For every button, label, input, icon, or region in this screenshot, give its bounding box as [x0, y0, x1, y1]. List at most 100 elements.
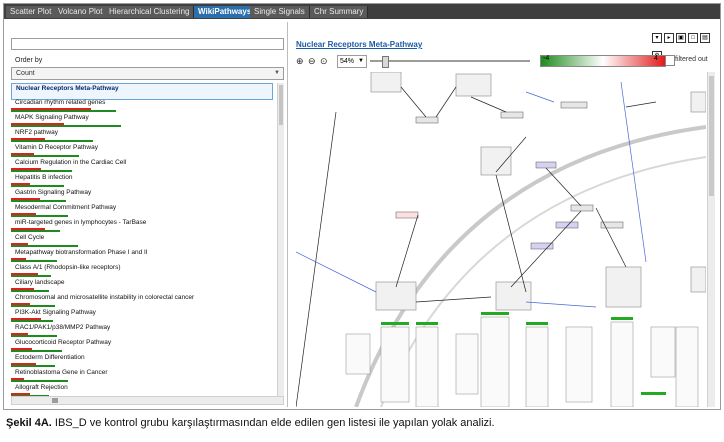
pathway-label: Circadian rhythm related genes — [15, 99, 106, 106]
tab-chr-summary[interactable]: Chr Summary — [310, 6, 369, 18]
up-regulated-bar — [11, 290, 49, 292]
blue-edges — [296, 81, 647, 308]
pathway-list-item[interactable]: Retinoblastoma Gene in Cancer — [11, 368, 271, 383]
pathway-list-item[interactable]: MAPK Signaling Pathway — [11, 113, 271, 128]
up-regulated-bar — [11, 185, 64, 187]
gene-boxes — [370, 72, 706, 311]
pathway-list-item[interactable]: NRF2 pathway — [11, 128, 271, 143]
zoom-value: 54% — [340, 58, 355, 65]
pathway-list-item[interactable]: Class A/1 (Rhodopsin-like receptors) — [11, 263, 271, 278]
pathway-label: NRF2 pathway — [15, 129, 58, 136]
up-regulated-bar — [11, 335, 57, 337]
pathway-list-item[interactable]: Chromosomal and microsatellite instabili… — [11, 293, 271, 308]
gene-box[interactable] — [455, 73, 492, 97]
pathway-list-item[interactable]: Ciliary landscape — [11, 278, 271, 293]
pathway-label: Calcium Regulation in the Cardiac Cell — [15, 159, 127, 166]
gene-box[interactable] — [690, 91, 706, 113]
color-legend — [540, 55, 666, 67]
pathway-list-item[interactable]: Gastrin Signaling Pathway — [11, 188, 271, 203]
pathway-list-item[interactable]: Calcium Regulation in the Cardiac Cell — [11, 158, 271, 173]
save-icon[interactable]: ▾ — [652, 33, 662, 43]
order-by-select[interactable]: Count ▼ — [11, 67, 284, 80]
gene-node[interactable] — [395, 211, 419, 219]
app-window: Scatter Plot Volcano Plot Hierarchical C… — [3, 3, 721, 410]
pathway-list-panel: Order by Count ▼ Nuclear Receptors Meta-… — [7, 22, 288, 407]
filtered-swatch — [665, 55, 675, 66]
tab-volcano-plot[interactable]: Volcano Plot — [54, 6, 108, 18]
gene-node[interactable] — [535, 161, 557, 169]
zoom-slider[interactable] — [370, 56, 530, 68]
slider-knob[interactable] — [382, 56, 389, 68]
gene-box[interactable] — [480, 146, 512, 176]
pathway-list-item[interactable]: Metapathway biotransformation Phase I an… — [11, 248, 271, 263]
pathway-label: Ciliary landscape — [15, 279, 65, 286]
hscroll-thumb[interactable] — [52, 398, 58, 403]
list-scrollbar[interactable] — [277, 83, 284, 403]
tab-scatter-plot[interactable]: Scatter Plot — [6, 6, 57, 18]
chevron-down-icon: ▼ — [274, 70, 280, 76]
pathway-list-item[interactable]: Hepatitis B infection — [11, 173, 271, 188]
gene-node[interactable] — [570, 204, 594, 212]
up-regulated-bar — [11, 125, 121, 127]
pathway-label: Allograft Rejection — [15, 384, 68, 391]
diagram-scroll-thumb[interactable] — [709, 76, 714, 196]
up-regulated-bar — [11, 155, 79, 157]
gene-box[interactable] — [690, 266, 706, 293]
gene-node[interactable] — [530, 242, 554, 250]
search-input[interactable] — [11, 38, 284, 50]
pathway-list-item[interactable]: RAC1/PAK1/p38/MMP2 Pathway — [11, 323, 271, 338]
gene-node[interactable] — [415, 116, 439, 124]
up-regulated-bar — [11, 200, 66, 202]
gene-node[interactable] — [500, 111, 524, 119]
scroll-thumb[interactable] — [279, 85, 283, 125]
pathway-diagram-svg — [296, 72, 706, 407]
pathway-list: Nuclear Receptors Meta-Pathway Circadian … — [11, 83, 274, 403]
zoom-in-icon[interactable]: ⊕ — [296, 56, 304, 67]
gene-box[interactable] — [605, 266, 642, 308]
tab-single-signals[interactable]: Single Signals — [250, 6, 310, 18]
pathway-list-item[interactable]: Mesodermal Commitment Pathway — [11, 203, 271, 218]
up-regulated-bar — [11, 275, 51, 277]
image-icon[interactable]: ▣ — [676, 33, 686, 43]
pathway-label: miR-targeted genes in lymphocytes - TarB… — [15, 219, 147, 226]
pathway-label: PI3K-Akt Signaling Pathway — [15, 309, 96, 316]
export-icon[interactable]: ▸ — [664, 33, 674, 43]
print-icon[interactable]: ▤ — [700, 33, 710, 43]
diagram-scrollbar[interactable] — [707, 72, 715, 407]
up-regulated-bar — [11, 260, 57, 262]
legend-max: 4 — [654, 55, 658, 62]
pathway-list-item[interactable]: Vitamin D Receptor Pathway — [11, 143, 271, 158]
pathway-label: Retinoblastoma Gene in Cancer — [15, 369, 108, 376]
gene-node[interactable] — [555, 221, 579, 229]
tab-bar: Scatter Plot Volcano Plot Hierarchical C… — [4, 4, 720, 19]
pathway-view-panel: ▾▸▣□▤⚙ Nuclear Receptors Meta-Pathway ⊕ … — [290, 22, 720, 407]
pathway-list-item[interactable]: Circadian rhythm related genes — [11, 98, 271, 113]
pathway-label: Metapathway biotransformation Phase I an… — [15, 249, 148, 256]
pathway-title[interactable]: Nuclear Receptors Meta-Pathway — [296, 40, 422, 49]
pathway-list-item[interactable]: Glucocorticoid Receptor Pathway — [11, 338, 271, 353]
caption-label: Şekil 4A. — [6, 417, 52, 429]
chevron-down-icon: ▼ — [358, 58, 364, 64]
window-icon[interactable]: □ — [688, 33, 698, 43]
tab-wikipathways[interactable]: WikiPathways — [194, 6, 257, 18]
zoom-out-icon[interactable]: ⊖ — [308, 56, 316, 67]
gene-box[interactable] — [495, 281, 532, 311]
pathway-list-item[interactable]: PI3K-Akt Signaling Pathway — [11, 308, 271, 323]
legend-min: -4 — [543, 55, 550, 62]
tab-hierarchical-clustering[interactable]: Hierarchical Clustering — [105, 6, 195, 18]
pathway-label: Cell Cycle — [15, 234, 45, 241]
pathway-list-item[interactable]: Ectoderm Differentiation — [11, 353, 271, 368]
caption-text: IBS_D ve kontrol grubu karşılaştırmasınd… — [51, 417, 495, 429]
gene-box[interactable] — [370, 72, 402, 93]
zoom-fit-icon[interactable]: ⊙ — [320, 56, 328, 67]
filtered-out-label: filtered out — [675, 56, 708, 63]
pathway-diagram[interactable] — [296, 72, 706, 407]
pathway-label: Vitamin D Receptor Pathway — [15, 144, 98, 151]
gene-node[interactable] — [560, 101, 588, 109]
horizontal-scrollbar[interactable] — [11, 396, 284, 405]
order-by-value: Count — [16, 70, 35, 77]
up-regulated-bar — [11, 245, 78, 247]
pathway-list-item[interactable]: Cell Cycle — [11, 233, 271, 248]
zoom-select[interactable]: 54% ▼ — [337, 55, 367, 68]
pathway-list-item[interactable]: miR-targeted genes in lymphocytes - TarB… — [11, 218, 271, 233]
